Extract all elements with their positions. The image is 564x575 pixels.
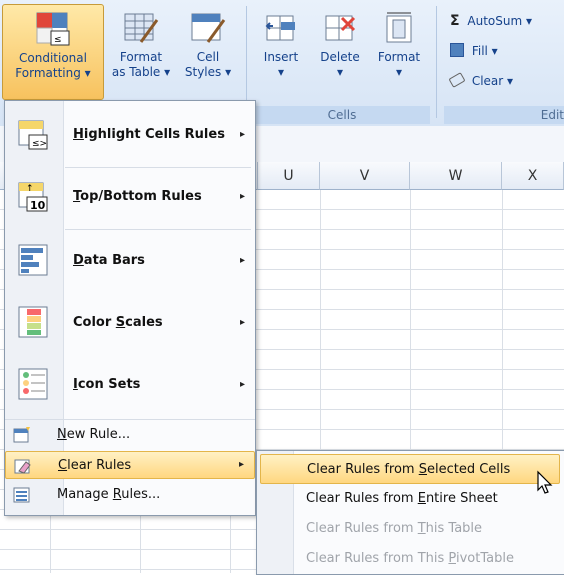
cell-styles-button[interactable]: Cell Styles ▾ [178, 4, 238, 100]
clear-rules-submenu: Clear Rules from Selected Cells Clear Ru… [256, 450, 564, 575]
submenu-arrow-icon: ▸ [239, 255, 245, 266]
column-header-w[interactable]: W [410, 162, 502, 190]
delete-dropdown-arrow: ▾ [336, 65, 344, 79]
editing-group-label: Edit [444, 106, 564, 124]
submenu-item-label: Clear Rules from Selected Cells [307, 462, 511, 477]
submenu-arrow-icon: ▸ [239, 191, 245, 202]
fill-label: Fill ▾ [471, 44, 498, 58]
submenu-item-clear-this-pivottable: Clear Rules from This PivotTable [260, 544, 560, 574]
conditional-formatting-label-2: Formatting ▾ [15, 66, 91, 80]
sigma-icon: Σ [450, 13, 460, 29]
menu-separator [65, 229, 251, 230]
conditional-formatting-label-1: Conditional [19, 51, 87, 65]
svg-text:≤>: ≤> [32, 139, 47, 149]
menu-item-manage-rules[interactable]: Manage Rules... [5, 481, 255, 509]
autosum-label: AutoSum ▾ [467, 14, 533, 28]
submenu-item-label: Clear Rules from Entire Sheet [306, 491, 498, 506]
insert-dropdown-arrow: ▾ [277, 65, 285, 79]
delete-label: Delete [320, 50, 360, 64]
conditional-formatting-button[interactable]: ≤ Conditional Formatting ▾ [2, 4, 104, 100]
menu-item-top-bottom-rules[interactable]: ↑ 10 Top/Bottom Rules ▸ [5, 167, 255, 227]
format-as-table-label-1: Format [119, 50, 163, 64]
format-as-table-label-2: as Table ▾ [111, 65, 171, 79]
fill-button[interactable]: Fill ▾ [450, 42, 498, 60]
manage-rules-icon [13, 486, 31, 504]
clear-button[interactable]: Clear ▾ [448, 72, 514, 90]
eraser-icon [448, 72, 466, 88]
menu-item-new-rule[interactable]: New Rule... [5, 421, 255, 449]
highlight-cells-icon: ≤> [17, 117, 51, 151]
column-header-x[interactable]: X [502, 162, 564, 190]
conditional-formatting-icon: ≤ [35, 11, 71, 47]
column-header-v[interactable]: V [320, 162, 410, 190]
cells-group-label: Cells [254, 106, 430, 124]
menu-item-icon-sets[interactable]: Icon Sets ▸ [5, 355, 255, 415]
menu-item-clear-rules[interactable]: Clear Rules ▸ [5, 451, 255, 479]
menu-item-label: Clear Rules [58, 458, 132, 473]
menu-item-label: Icon Sets [73, 377, 141, 392]
submenu-item-clear-this-table: Clear Rules from This Table [260, 514, 560, 544]
insert-button[interactable]: Insert ▾ [254, 4, 308, 100]
menu-item-color-scales[interactable]: Color Scales ▸ [5, 293, 255, 353]
format-cells-icon [381, 10, 417, 46]
submenu-item-clear-selected-cells[interactable]: Clear Rules from Selected Cells [260, 454, 560, 484]
delete-button[interactable]: Delete ▾ [312, 4, 368, 100]
menu-item-label: New Rule... [57, 427, 131, 442]
icon-sets-icon [17, 367, 51, 401]
fill-down-icon [450, 43, 464, 57]
format-as-table-icon [123, 10, 159, 46]
menu-item-label: Manage Rules... [57, 487, 161, 502]
menu-item-label: Data Bars [73, 253, 145, 268]
submenu-arrow-icon: ▸ [239, 379, 245, 390]
color-scales-icon [17, 305, 51, 339]
clear-rules-icon [14, 457, 32, 475]
submenu-arrow-icon: ▸ [238, 459, 244, 470]
submenu-item-label: Clear Rules from This Table [306, 521, 483, 536]
clear-label: Clear ▾ [471, 74, 514, 88]
menu-separator [5, 419, 255, 420]
insert-cells-icon [263, 10, 299, 46]
menu-item-highlight-cells-rules[interactable]: ≤> Highlight Cells Rules ▸ [5, 105, 255, 165]
svg-text:10: 10 [30, 199, 46, 212]
format-as-table-button[interactable]: Format as Table ▾ [106, 4, 176, 100]
submenu-item-label: Clear Rules from This PivotTable [306, 551, 514, 566]
submenu-arrow-icon: ▸ [239, 317, 245, 328]
menu-item-label: Top/Bottom Rules [73, 189, 202, 204]
delete-cells-icon [322, 10, 358, 46]
conditional-formatting-menu: ≤> Highlight Cells Rules ▸ ↑ 10 Top/Botto… [4, 100, 256, 516]
format-dropdown-arrow: ▾ [395, 65, 403, 79]
menu-item-data-bars[interactable]: Data Bars ▸ [5, 231, 255, 291]
mouse-pointer-icon [536, 470, 556, 496]
cell-styles-icon [190, 10, 226, 46]
insert-label: Insert [263, 50, 299, 64]
submenu-item-clear-entire-sheet[interactable]: Clear Rules from Entire Sheet [260, 484, 560, 514]
cell-styles-label-1: Cell [196, 50, 220, 64]
menu-item-label: Color Scales [73, 315, 163, 330]
autosum-button[interactable]: Σ AutoSum ▾ [450, 12, 532, 30]
menu-item-label: Highlight Cells Rules [73, 127, 225, 142]
submenu-arrow-icon: ▸ [239, 129, 245, 140]
svg-text:≤: ≤ [54, 35, 62, 45]
column-header-u[interactable]: U [258, 162, 320, 190]
svg-text:↑: ↑ [26, 184, 34, 194]
format-button[interactable]: Format ▾ [370, 4, 428, 100]
data-bars-icon [17, 243, 51, 277]
cell-styles-label-2: Styles ▾ [184, 65, 232, 79]
new-rule-icon [13, 426, 31, 444]
top-bottom-icon: ↑ 10 [17, 179, 51, 213]
ribbon-separator [436, 6, 437, 118]
format-label: Format [377, 50, 421, 64]
